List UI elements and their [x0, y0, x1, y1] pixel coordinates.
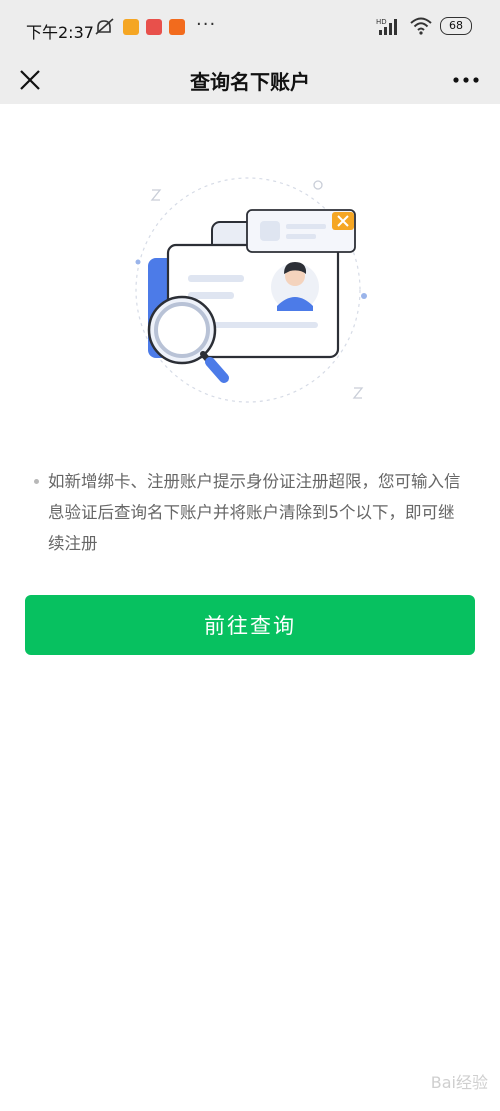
status-time: 下午2:37 — [26, 23, 94, 42]
app-notification-icon — [123, 19, 139, 35]
notice: 如新增绑卡、注册账户提示身份证注册超限，您可输入信息验证后查询名下账户并将账户清… — [34, 466, 470, 559]
status-notification-icons — [94, 18, 185, 36]
signal-icon: HD — [376, 18, 397, 35]
status-bar: 下午2:37 ··· HD 68 — [0, 0, 500, 56]
watermark: Bai经验 — [430, 1073, 488, 1092]
app-notification-icon — [169, 19, 185, 35]
status-right-icons: HD 68 — [376, 17, 472, 35]
more-icon[interactable] — [448, 64, 484, 96]
query-button[interactable]: 前往查询 — [25, 595, 475, 655]
page-title: 查询名下账户 — [190, 70, 310, 94]
notice-text: 如新增绑卡、注册账户提示身份证注册超限，您可输入信息验证后查询名下账户并将账户清… — [48, 472, 461, 553]
battery-icon: 68 — [440, 17, 472, 35]
bullet-dot — [34, 479, 39, 484]
mute-icon — [95, 18, 114, 35]
status-more-dots: ··· — [196, 14, 217, 35]
network-type-label: HD — [376, 18, 387, 26]
app-notification-icon — [146, 19, 162, 35]
wifi-icon — [410, 17, 432, 35]
nav-bar: 查询名下账户 — [0, 56, 500, 104]
id-card-search-illustration — [135, 177, 367, 403]
